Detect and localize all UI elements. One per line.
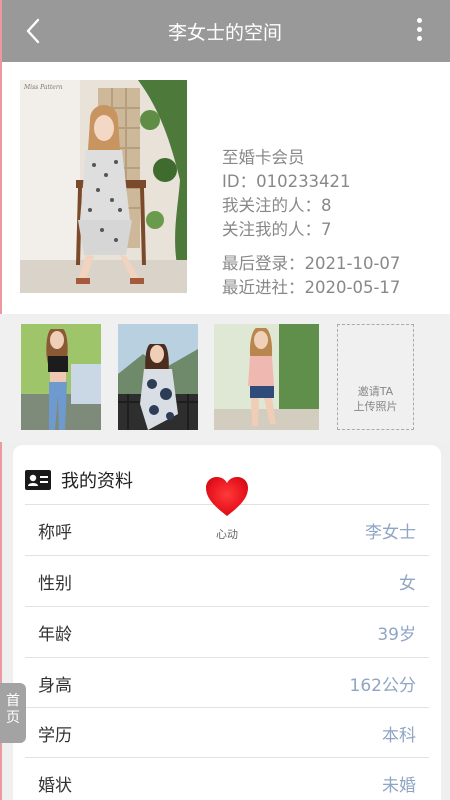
- home-tab[interactable]: 首 页: [0, 683, 26, 743]
- home-tab-line-1: 首: [6, 693, 20, 709]
- detail-row: 身高 162公分: [25, 657, 429, 707]
- heart-label: 心动: [216, 528, 238, 541]
- gallery-photo[interactable]: [214, 324, 319, 430]
- id-card-icon: [25, 470, 51, 490]
- invite-upload-button[interactable]: 邀请TA 上传照片: [337, 324, 414, 430]
- detail-value: 162公分: [349, 676, 416, 696]
- detail-label: 身高: [38, 676, 72, 696]
- heart-icon[interactable]: [204, 475, 250, 519]
- profile-info: 至婚卡会员 ID：010233421 我关注的人：8 关注我的人：7 最后登录：…: [222, 146, 400, 300]
- top-bar: 李女士的空间: [0, 0, 450, 62]
- detail-label: 称呼: [38, 523, 72, 543]
- followers-count[interactable]: 关注我的人：7: [222, 218, 400, 242]
- profile-photo[interactable]: [20, 80, 187, 293]
- invite-line-2: 上传照片: [353, 400, 398, 413]
- detail-row: 婚状 未婚: [25, 757, 429, 800]
- following-count[interactable]: 我关注的人：8: [222, 194, 400, 218]
- detail-label: 学历: [38, 726, 72, 746]
- more-vertical-icon[interactable]: [414, 18, 424, 44]
- detail-row: 性别 女: [25, 555, 429, 605]
- page-title: 李女士的空间: [167, 22, 282, 44]
- detail-value: 女: [399, 574, 416, 594]
- detail-value: 李女士: [365, 523, 416, 543]
- membership-label: 至婚卡会员: [222, 148, 305, 167]
- detail-label: 年龄: [38, 625, 72, 645]
- photo-watermark: Miss Pattern: [24, 84, 63, 91]
- home-tab-line-2: 页: [6, 710, 20, 726]
- last-login: 最后登录：2021-10-07: [222, 254, 401, 273]
- detail-label: 性别: [38, 574, 72, 594]
- detail-value: 未婚: [382, 776, 416, 796]
- detail-value: 39岁: [377, 625, 416, 645]
- detail-value: 本科: [382, 726, 416, 746]
- invite-line-1: 邀请TA: [357, 385, 394, 398]
- user-id: ID：010233421: [222, 172, 351, 191]
- details-card-title: 我的资料: [61, 471, 133, 492]
- gallery-photo[interactable]: [118, 324, 198, 430]
- detail-row: 年龄 39岁: [25, 606, 429, 656]
- details-card-header: 我的资料: [25, 466, 133, 494]
- gallery-photo[interactable]: [21, 324, 101, 430]
- detail-label: 婚状: [38, 776, 72, 796]
- last-visit: 最近进社：2020-05-17: [222, 278, 401, 297]
- detail-row: 学历 本科: [25, 707, 429, 757]
